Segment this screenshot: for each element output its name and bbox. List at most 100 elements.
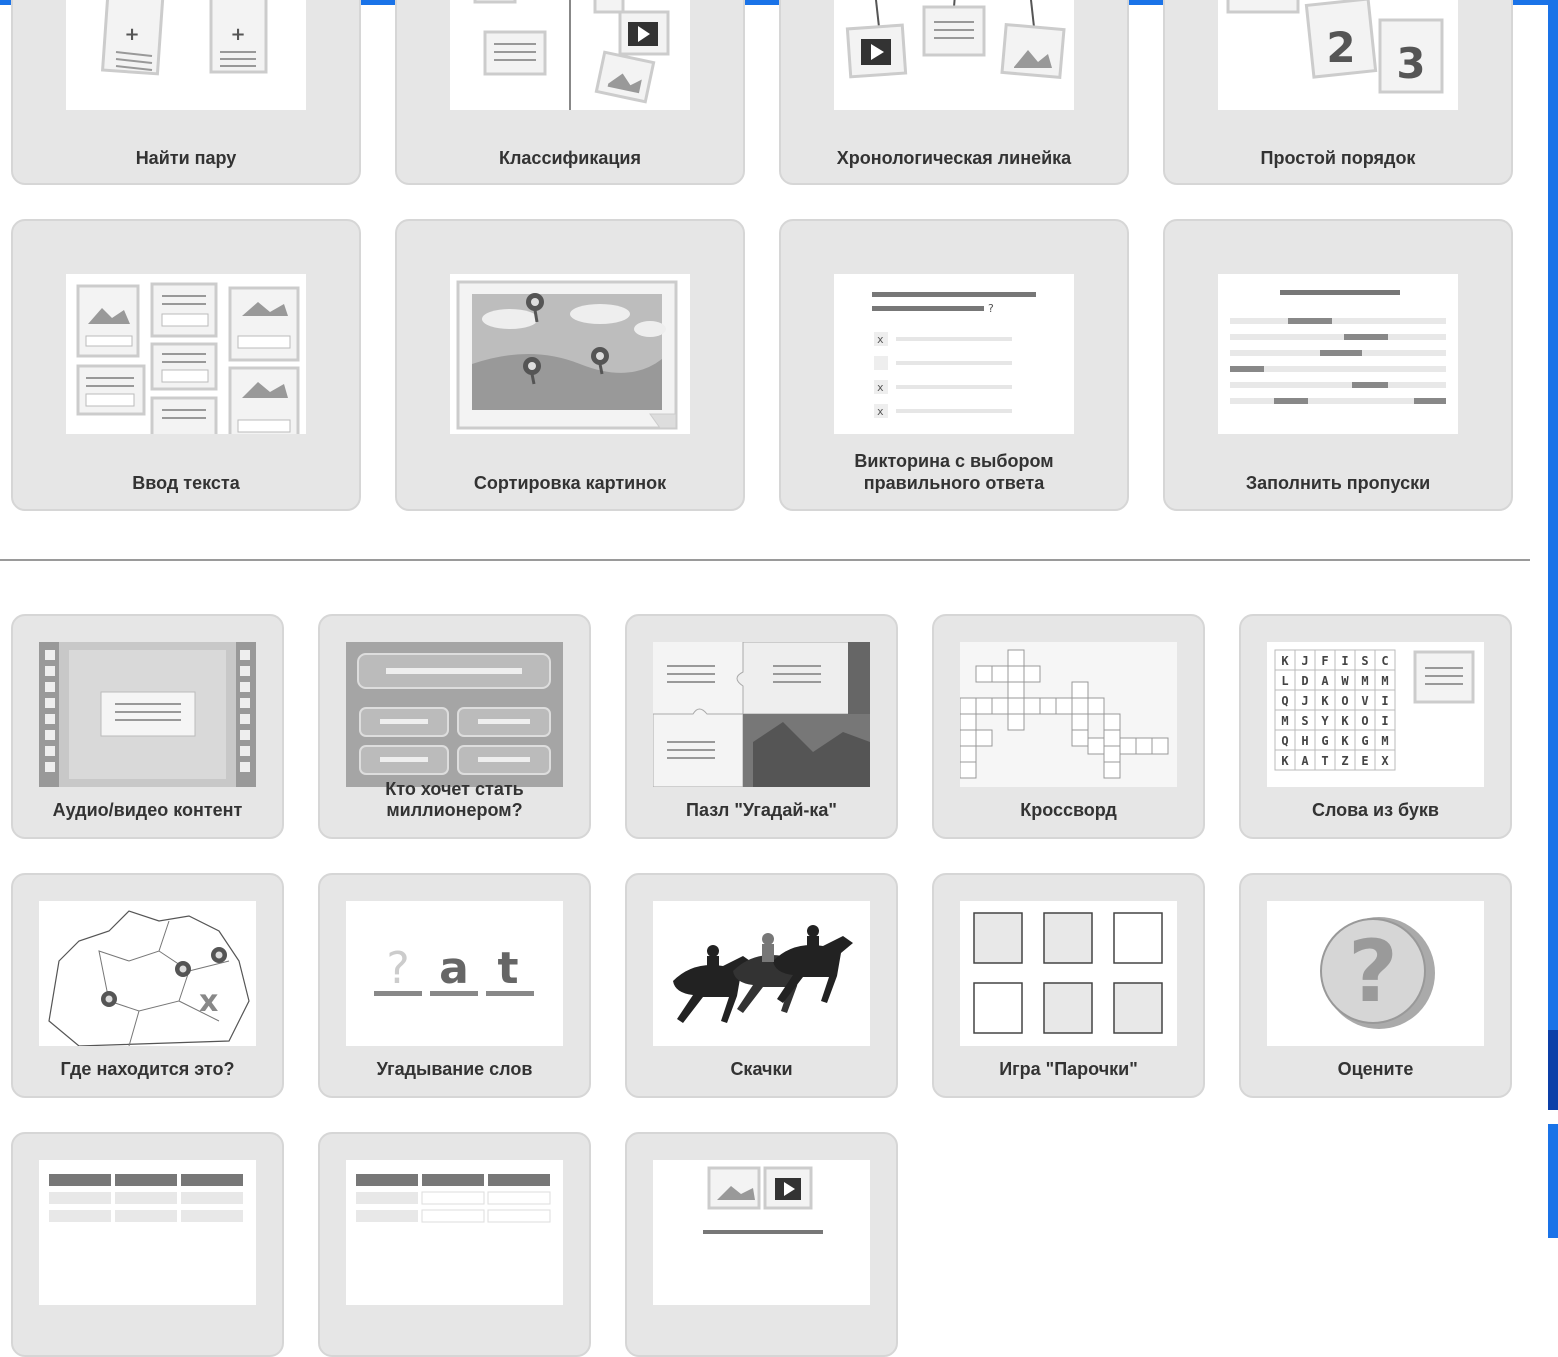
classification-thumbnail [450, 0, 690, 110]
word-grid-letter: Q [1281, 734, 1288, 748]
template-tile-multiple-choice-quiz[interactable]: ? x x x Викторина с выбором правильного … [779, 219, 1129, 511]
fill-gaps-thumbnail [1218, 274, 1458, 434]
word-grid-letter: A [1321, 674, 1329, 688]
picture-sorting-thumbnail [450, 274, 690, 434]
word-grid-letter: J [1301, 694, 1308, 708]
table-thumbnail [39, 1160, 256, 1305]
word-grid-letter: W [1341, 674, 1349, 688]
word-grid-letter: Q [1281, 694, 1288, 708]
section-divider [0, 559, 1530, 561]
game-tile-horse-race[interactable]: Скачки [625, 873, 898, 1098]
tile-label: Слова из букв [1311, 800, 1439, 820]
template-tile-timeline[interactable]: Хронологическая линейка [779, 0, 1129, 185]
tile-label-line2: правильного ответа [863, 473, 1045, 493]
word-grid-letter: F [1321, 654, 1328, 668]
word-grid-letter: L [1281, 674, 1288, 688]
tile-label: Ввод текста [132, 473, 240, 493]
word-grid-letter: I [1381, 694, 1388, 708]
audio-video-thumbnail [39, 642, 256, 787]
game-tile-where-is-it[interactable]: x Где находится это? [11, 873, 284, 1098]
game-tile-pairs[interactable]: Игра "Парочки" [932, 873, 1205, 1098]
template-tile-text-input[interactable]: Ввод текста [11, 219, 361, 511]
tile-label-line1: Викторина с выбором [854, 451, 1054, 471]
horse-race-thumbnail [653, 901, 870, 1046]
word-grid-letter: C [1381, 654, 1388, 668]
template-tile-fill-gaps[interactable]: Заполнить пропуски [1163, 219, 1513, 511]
svg-text:x: x [877, 381, 884, 394]
svg-text:+: + [230, 24, 245, 45]
game-tile-table-2[interactable] [318, 1132, 591, 1357]
scrollbar-gap [1548, 1110, 1558, 1124]
tile-label: Игра "Парочки" [999, 1059, 1138, 1079]
find-pair-thumbnail: + + [66, 0, 306, 110]
word-grid-letter: T [1321, 754, 1328, 768]
word-grid-letter: K [1341, 734, 1349, 748]
tile-label: Найти пару [135, 148, 237, 168]
word-grid-letter: K [1321, 694, 1329, 708]
game-tile-table-1[interactable] [11, 1132, 284, 1357]
svg-text:x: x [877, 405, 884, 418]
word-grid-letter: M [1381, 674, 1388, 688]
order-number-three: 3 [1396, 39, 1425, 88]
svg-text:x: x [199, 984, 218, 1019]
template-tile-find-pair[interactable]: + + Найти пару [11, 0, 361, 185]
simple-order-thumbnail: 2 3 [1218, 0, 1458, 110]
word-grid-letter: K [1341, 714, 1349, 728]
tile-label: Заполнить пропуски [1245, 473, 1431, 493]
table-thumbnail [346, 1160, 563, 1305]
tile-label: Кроссворд [1020, 800, 1117, 820]
tile-label: Где находится это? [60, 1059, 235, 1079]
word-grid-letter: D [1301, 674, 1308, 688]
game-tile-puzzle[interactable]: Пазл "Угадай-ка" [625, 614, 898, 839]
word-grid-letter: S [1301, 714, 1308, 728]
game-tile-audio-video[interactable]: Аудио/видео контент [11, 614, 284, 839]
template-tile-classification[interactable]: Классификация [395, 0, 745, 185]
tile-label: Угадывание слов [376, 1059, 533, 1079]
word-guess-a: a [439, 943, 469, 994]
word-guess-thumbnail: ? a t [346, 901, 563, 1046]
template-tile-simple-order[interactable]: 2 3 Простой порядок [1163, 0, 1513, 185]
game-tile-rate[interactable]: ? Оцените [1239, 873, 1512, 1098]
word-grid-letter: S [1361, 654, 1368, 668]
tile-label: Оцените [1337, 1059, 1414, 1079]
word-guess-q: ? [386, 943, 409, 994]
word-grid-letter: K [1281, 654, 1289, 668]
word-grid-letter: O [1361, 714, 1368, 728]
pairs-game-thumbnail [960, 901, 1177, 1046]
word-grid-letter: M [1381, 734, 1388, 748]
word-grid-letter: G [1361, 734, 1368, 748]
word-grid-letter: J [1301, 654, 1308, 668]
scrollbar-thumb[interactable] [1548, 1030, 1558, 1110]
tile-label: Аудио/видео контент [52, 800, 243, 820]
multiple-choice-quiz-thumbnail: ? x x x [834, 274, 1074, 434]
word-grid-letter: E [1361, 754, 1368, 768]
word-grid-letter: O [1341, 694, 1348, 708]
tile-label-line2: миллионером? [386, 800, 523, 820]
word-grid-letter: G [1321, 734, 1328, 748]
svg-text:+: + [124, 24, 139, 45]
tile-label-line1: Кто хочет стать [385, 779, 524, 799]
word-grid-thumbnail: KJFISCLDAWMMQJKOVIMSYKOIQHGKGMKATZEX [1267, 642, 1484, 787]
tile-label: Простой порядок [1260, 148, 1416, 168]
game-tile-crossword[interactable]: Кроссворд [932, 614, 1205, 839]
word-grid-letter: Z [1341, 754, 1348, 768]
word-grid-letter: K [1281, 754, 1289, 768]
media-thumbnail [653, 1160, 870, 1305]
order-number-two: 2 [1326, 23, 1355, 72]
rate-question-thumbnail: ? [1267, 901, 1484, 1046]
game-tile-media-1[interactable] [625, 1132, 898, 1357]
svg-text:x: x [877, 333, 884, 346]
millionaire-thumbnail [346, 642, 563, 787]
game-tile-millionaire[interactable]: Кто хочет стать миллионером? [318, 614, 591, 839]
word-guess-t: t [497, 943, 518, 994]
word-grid-letter: I [1381, 714, 1388, 728]
where-is-it-map-thumbnail: x [39, 901, 256, 1046]
tile-label: Скачки [730, 1059, 793, 1079]
word-grid-letter: M [1281, 714, 1288, 728]
template-tile-picture-sorting[interactable]: Сортировка картинок [395, 219, 745, 511]
word-grid-letter: X [1381, 754, 1389, 768]
word-grid-letter: I [1341, 654, 1348, 668]
word-grid-letter: Y [1321, 714, 1329, 728]
game-tile-word-grid[interactable]: KJFISCLDAWMMQJKOVIMSYKOIQHGKGMKATZEX Сло… [1239, 614, 1512, 839]
game-tile-word-guess[interactable]: ? a t Угадывание слов [318, 873, 591, 1098]
